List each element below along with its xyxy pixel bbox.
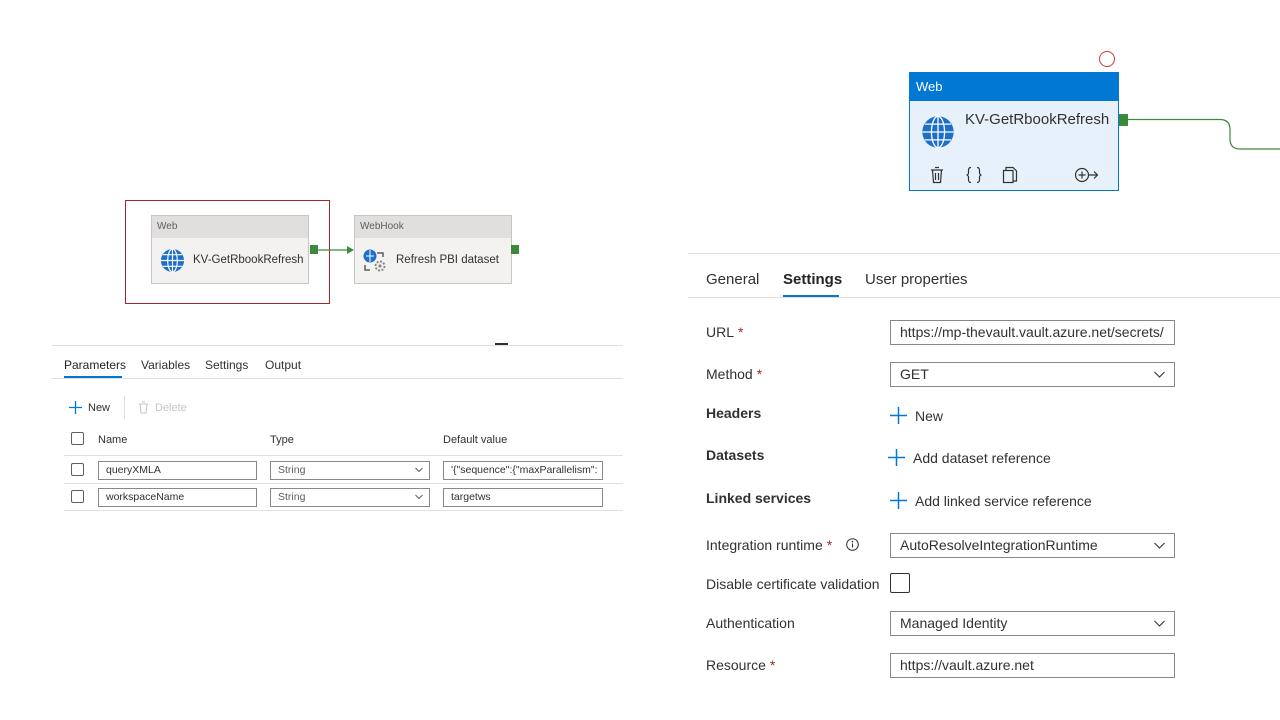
select-all-checkbox[interactable] (71, 432, 84, 445)
panel-top-divider (688, 253, 1280, 254)
add-linked-service-button[interactable]: Add linked service reference (890, 492, 1092, 509)
output-port[interactable] (511, 245, 519, 254)
linked-services-label: Linked services (706, 490, 812, 506)
url-input[interactable]: https://mp-thevault.vault.azure.net/secr… (890, 320, 1175, 345)
chevron-down-icon (415, 494, 423, 500)
new-header-label: New (915, 407, 944, 424)
info-icon[interactable] (846, 538, 859, 551)
tab-parameters[interactable]: Parameters (64, 358, 126, 372)
parameter-type-select[interactable]: String (270, 461, 430, 480)
method-label: Method * (706, 366, 763, 382)
tab-user-properties[interactable]: User properties (865, 271, 968, 288)
chevron-down-icon (1154, 620, 1165, 627)
plus-icon (69, 401, 82, 414)
selected-type: String (278, 491, 306, 503)
parameter-default-input[interactable]: '{"sequence":{"maxParallelism": (443, 461, 603, 480)
add-linked-service-label: Add linked service reference (915, 492, 1092, 509)
resource-label: Resource * (706, 657, 776, 673)
authentication-label: Authentication (706, 615, 795, 631)
braces-icon[interactable] (965, 166, 983, 184)
required-mark: * (738, 324, 744, 340)
tab-divider (688, 297, 1280, 298)
chevron-down-icon (1154, 371, 1165, 378)
plus-icon (890, 407, 907, 424)
row-divider (64, 483, 623, 484)
add-dataset-reference-button[interactable]: Add dataset reference (888, 449, 1051, 466)
error-indicator-icon (1099, 51, 1115, 67)
tab-output[interactable]: Output (265, 358, 301, 372)
tab-settings[interactable]: Settings (205, 358, 248, 372)
resource-input[interactable]: https://vault.azure.net (890, 653, 1175, 678)
column-header-name: Name (98, 434, 128, 446)
parameter-name-input[interactable]: workspaceName (98, 488, 257, 507)
output-port[interactable] (310, 245, 318, 254)
selected-authentication: Managed Identity (900, 615, 1008, 631)
parameter-name-input[interactable]: queryXMLA (98, 461, 257, 480)
selected-type: String (278, 464, 306, 476)
copy-icon[interactable] (1002, 166, 1018, 184)
row-checkbox[interactable] (71, 490, 84, 503)
connector-line (1128, 118, 1280, 150)
column-header-default: Default value (443, 434, 508, 446)
activity-type-label: Web (910, 73, 1118, 101)
required-mark: * (756, 366, 763, 382)
parameter-default-input[interactable]: targetws (443, 488, 603, 507)
activity-name: KV-GetRbookRefresh (193, 254, 304, 266)
plus-icon (890, 492, 907, 509)
panel-splitter[interactable] (52, 345, 623, 346)
new-label: New (88, 401, 111, 414)
url-label: URL * (706, 324, 744, 340)
required-mark: * (769, 657, 776, 673)
add-output-icon[interactable] (1074, 167, 1100, 183)
method-select[interactable]: GET (890, 362, 1175, 387)
tab-divider (52, 378, 623, 379)
required-mark: * (826, 537, 833, 553)
row-checkbox[interactable] (71, 463, 84, 476)
parameter-type-select[interactable]: String (270, 488, 430, 507)
datasets-label: Datasets (706, 447, 765, 463)
headers-label: Headers (706, 405, 762, 421)
column-header-type: Type (270, 434, 294, 446)
web-activity-node[interactable]: Web KV-GetRbookRefresh (151, 215, 309, 284)
webhook-icon (362, 248, 388, 274)
new-parameter-button[interactable]: New (69, 401, 110, 414)
activity-type-label: WebHook (355, 216, 511, 238)
toolbar-divider (124, 396, 125, 419)
new-header-button[interactable]: New (890, 407, 943, 424)
chevron-down-icon (415, 467, 423, 473)
plus-icon (888, 449, 905, 466)
delete-parameter-button[interactable]: Delete (138, 401, 187, 414)
globe-icon (921, 115, 955, 149)
authentication-select[interactable]: Managed Identity (890, 611, 1175, 636)
activity-type-label: Web (152, 216, 308, 238)
delete-label: Delete (155, 401, 187, 414)
connector-arrow (318, 246, 354, 254)
tab-general[interactable]: General (706, 271, 759, 288)
integration-runtime-label: Integration runtime * (706, 537, 833, 553)
disable-cert-checkbox[interactable] (890, 573, 910, 593)
activity-name: KV-GetRbookRefresh (965, 111, 1110, 128)
add-dataset-label: Add dataset reference (913, 449, 1051, 466)
disable-cert-label: Disable certificate validation (706, 576, 880, 592)
activity-name: Refresh PBI dataset (396, 254, 499, 266)
trash-icon (139, 401, 148, 414)
selected-method: GET (900, 366, 929, 382)
tab-variables[interactable]: Variables (141, 358, 190, 372)
webhook-activity-node[interactable]: WebHook Refresh PBI dataset (354, 215, 512, 284)
header-divider (64, 455, 623, 456)
chevron-down-icon (1154, 542, 1165, 549)
web-activity-node-selected[interactable]: Web KV-GetRbookRefresh (909, 72, 1119, 191)
resize-grip[interactable] (495, 343, 508, 345)
integration-runtime-select[interactable]: AutoResolveIntegrationRuntime (890, 533, 1175, 558)
trash-icon[interactable] (930, 166, 944, 184)
globe-icon (160, 248, 185, 273)
output-port[interactable] (1119, 114, 1128, 126)
tab-settings[interactable]: Settings (783, 271, 842, 288)
row-divider (64, 510, 623, 511)
selected-runtime: AutoResolveIntegrationRuntime (900, 537, 1098, 553)
